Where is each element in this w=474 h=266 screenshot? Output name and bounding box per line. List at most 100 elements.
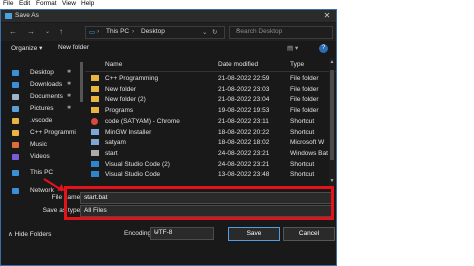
file-name: MinGW Installer <box>105 128 152 136</box>
breadcrumb-separator-icon: › <box>97 28 100 35</box>
file-row[interactable]: New folder 21-08-2022 23:03 File folder <box>85 85 336 95</box>
file-row[interactable]: start 24-08-2022 23:21 Windows Bat <box>85 149 336 159</box>
sidebar-item-label: Downloads <box>30 81 63 88</box>
file-date: 21-08-2022 22:59 <box>218 75 270 82</box>
menu-help[interactable]: Help <box>81 0 94 7</box>
help-icon[interactable]: ? <box>319 44 328 53</box>
folder-icon <box>12 130 19 136</box>
file-type: Shortcut <box>290 160 315 168</box>
save-button[interactable]: Save <box>228 227 280 241</box>
up-arrow-icon[interactable]: ↑ <box>59 27 63 36</box>
pin-icon: ✱ <box>67 81 72 87</box>
sidebar-item[interactable]: This PC <box>6 168 78 179</box>
pin-icon: ✱ <box>67 69 72 75</box>
file-date: 21-08-2022 23:11 <box>218 117 269 125</box>
column-type[interactable]: Type <box>290 61 304 68</box>
sidebar-item-label: C++ Programmi <box>30 129 76 136</box>
menu-file[interactable]: File <box>3 0 13 7</box>
forward-arrow-icon[interactable]: → <box>27 27 35 36</box>
computer-icon <box>12 170 19 176</box>
refresh-icon[interactable]: ↻ <box>212 28 217 36</box>
file-name: Visual Studio Code <box>105 171 161 179</box>
recent-locations-icon[interactable]: ⌄ <box>45 28 50 35</box>
scroll-up-icon[interactable]: ▲ <box>329 59 335 65</box>
dialog-footer: ∧ Hide Folders Encoding: UTF-8 ⌄ Save Ca… <box>0 224 335 248</box>
sidebar-item-label: Documents <box>30 93 63 100</box>
close-icon[interactable]: ✕ <box>322 11 332 21</box>
chrome-icon <box>91 117 98 125</box>
encoding-select[interactable]: UTF-8 ⌄ <box>150 227 214 240</box>
download-icon <box>12 82 19 88</box>
dialog-titlebar: Save As ✕ <box>1 10 336 22</box>
sidebar-item[interactable]: Music <box>6 140 78 151</box>
back-arrow-icon[interactable]: ← <box>9 27 17 36</box>
file-list-scrollbar[interactable]: ▲ ▼ <box>329 58 335 186</box>
search-box[interactable]: ⌕ Search Desktop <box>229 26 333 39</box>
pictures-icon <box>12 106 19 112</box>
music-icon <box>12 142 19 148</box>
new-folder-button[interactable]: New folder <box>58 44 89 51</box>
notepad-menubar: File Edit Format View Help <box>0 0 474 9</box>
sidebar-item[interactable]: Videos <box>6 152 78 163</box>
pin-icon: ✱ <box>67 93 72 99</box>
vscode-icon <box>91 160 99 167</box>
folder-icon <box>91 85 99 92</box>
file-row[interactable]: Programs 19-08-2022 19:53 File folder <box>85 106 336 116</box>
desktop-icon <box>12 70 19 76</box>
menu-format[interactable]: Format <box>36 0 57 7</box>
computer-icon: ▭ <box>89 29 96 36</box>
sidebar-item[interactable]: Pictures ✱ <box>6 104 78 115</box>
breadcrumb-desktop[interactable]: Desktop <box>141 28 165 35</box>
scrollbar-thumb[interactable] <box>330 70 334 160</box>
sidebar-item[interactable]: C++ Programmi <box>6 128 78 139</box>
column-name[interactable]: Name <box>105 61 122 68</box>
sidebar-item[interactable]: .vscode <box>6 116 78 127</box>
file-row[interactable]: C++ Programming 21-08-2022 22:59 File fold… <box>85 74 336 84</box>
folder-icon <box>12 118 19 124</box>
file-row[interactable]: satyam 18-08-2022 18:02 Microsoft W <box>85 138 336 148</box>
file-row[interactable]: MinGW Installer 18-08-2022 20:22 Shortcut <box>85 128 336 138</box>
file-row[interactable]: New folder (2) 21-08-2022 23:04 File folde… <box>85 95 336 105</box>
address-bar[interactable]: ▭ › This PC › Desktop ⌄ ↻ <box>85 26 225 39</box>
organize-button[interactable]: Organize ▾ <box>11 44 42 52</box>
vscode-icon <box>91 171 99 178</box>
file-icon <box>91 128 99 135</box>
sidebar-item[interactable]: Downloads ✱ <box>6 80 78 91</box>
menu-edit[interactable]: Edit <box>19 0 30 7</box>
videos-icon <box>12 154 19 160</box>
breadcrumb-this-pc[interactable]: This PC <box>106 28 129 35</box>
sidebar-item-label: .vscode <box>30 117 53 124</box>
scroll-down-icon[interactable]: ▼ <box>329 178 335 184</box>
sidebar-item-label: Videos <box>30 153 50 160</box>
file-name: start <box>105 149 118 157</box>
file-row[interactable]: code (SATYAM) - Chrome 21-08-2022 23:11 Sh… <box>85 117 336 127</box>
search-input[interactable]: Search Desktop <box>236 28 282 35</box>
file-row[interactable]: Visual Studio Code 13-08-2022 23:48 Shortc… <box>85 170 336 180</box>
sidebar-scrollbar[interactable] <box>80 62 83 102</box>
file-date: 24-08-2022 23:21 <box>218 149 270 157</box>
sidebar-item-label: Desktop <box>30 69 54 76</box>
navigation-pane: Desktop ✱ Downloads ✱ Documents ✱ Pictures ✱ .vs… <box>1 58 79 194</box>
dialog-title: Save As <box>15 12 39 19</box>
cancel-button[interactable]: Cancel <box>283 227 335 241</box>
folder-icon <box>91 75 99 81</box>
sidebar-item-label: Network <box>30 187 54 194</box>
file-date: 21-08-2022 23:03 <box>218 85 270 93</box>
menu-view[interactable]: View <box>62 0 76 7</box>
navigation-bar: ← → ⌄ ↑ ▭ › This PC › Desktop ⌄ ↻ ⌕ Sear… <box>1 23 336 41</box>
folder-icon <box>91 107 99 114</box>
hide-folders-button[interactable]: ∧ Hide Folders <box>8 230 51 238</box>
sidebar-item[interactable]: Desktop ✱ <box>6 68 78 79</box>
chevron-down-icon[interactable]: ⌄ <box>154 228 210 235</box>
file-name: New folder (2) <box>105 96 146 104</box>
sidebar-item[interactable]: Documents ✱ <box>6 92 78 103</box>
file-name: Visual Studio Code (2) <box>105 160 170 168</box>
file-type: Shortcut <box>290 171 315 179</box>
sidebar-item-label: Pictures <box>30 105 54 112</box>
column-date-modified[interactable]: Date modified <box>218 61 258 68</box>
file-row[interactable]: Visual Studio Code (2) 24-08-2022 23:21 Sh… <box>85 160 336 170</box>
view-options-icon[interactable]: ▤ ▾ <box>287 44 298 52</box>
file-type: Microsoft W <box>290 139 325 147</box>
chevron-down-icon[interactable]: ⌄ <box>202 28 207 36</box>
pin-icon: ✱ <box>67 105 72 111</box>
